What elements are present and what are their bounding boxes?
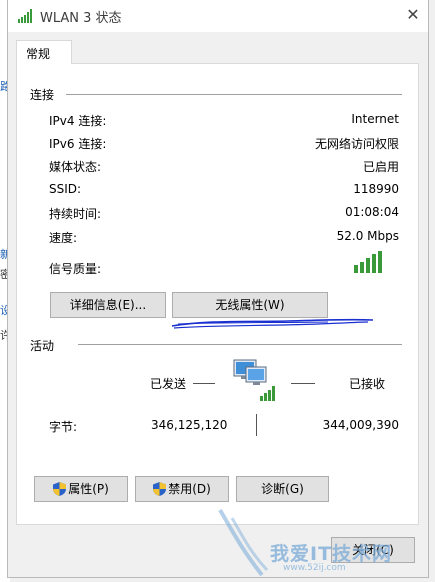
- bytes-received-value: 344,009,390: [322, 418, 399, 432]
- details-button[interactable]: 详细信息(E)...: [50, 292, 166, 318]
- close-window-button[interactable]: ✕: [398, 0, 428, 32]
- uac-shield-icon: [53, 482, 67, 496]
- wifi-signal-icon: [18, 9, 32, 23]
- title-bar: WLAN 3 状态 ✕: [8, 0, 428, 32]
- ssid-value: 118990: [353, 182, 399, 196]
- wireless-properties-button[interactable]: 无线属性(W): [172, 292, 328, 318]
- duration-value: 01:08:04: [345, 205, 399, 219]
- speed-value: 52.0 Mbps: [336, 229, 399, 243]
- connection-heading: 连接: [30, 88, 55, 102]
- tab-general[interactable]: 常规: [16, 40, 72, 64]
- activity-heading: 活动: [30, 339, 55, 353]
- activity-divider: [78, 344, 402, 345]
- close-icon: ✕: [406, 5, 420, 24]
- sent-label: 已发送: [150, 377, 187, 391]
- signal-strength-icon: [354, 251, 382, 273]
- bytes-separator: [256, 414, 257, 436]
- ipv4-value: Internet: [351, 112, 399, 126]
- disable-button[interactable]: 禁用(D): [135, 476, 229, 502]
- disable-button-label: 禁用(D): [168, 482, 211, 496]
- media-state-label: 媒体状态:: [49, 160, 102, 174]
- diagnose-button[interactable]: 诊断(G): [236, 476, 329, 502]
- ssid-label: SSID:: [49, 182, 82, 196]
- connection-divider: [66, 94, 402, 95]
- ipv4-label: IPv4 连接:: [49, 114, 107, 128]
- properties-button[interactable]: 属性(P): [34, 476, 128, 502]
- ipv6-value: 无网络访问权限: [314, 137, 399, 151]
- network-computers-icon: [233, 359, 275, 401]
- speed-label: 速度:: [49, 231, 78, 245]
- properties-button-label: 属性(P): [68, 482, 109, 496]
- duration-label: 持续时间:: [49, 207, 102, 221]
- received-label: 已接收: [349, 377, 386, 391]
- uac-shield-icon: [153, 482, 167, 496]
- wlan-status-dialog: WLAN 3 状态 ✕ 常规 连接 IPv4 连接: Internet IPv6…: [7, 0, 429, 578]
- watermark-url: www.52ij.com: [283, 563, 346, 573]
- bytes-label: 字节:: [49, 420, 78, 434]
- window-title: WLAN 3 状态: [40, 11, 122, 26]
- signal-quality-label: 信号质量:: [49, 262, 102, 276]
- watermark-text: 我爱IT技术网: [270, 543, 393, 565]
- sent-connector-line: [193, 383, 215, 384]
- ipv6-label: IPv6 连接:: [49, 137, 107, 151]
- media-state-value: 已启用: [362, 160, 399, 174]
- received-connector-line: [291, 383, 315, 384]
- bytes-sent-value: 346,125,120: [151, 418, 228, 432]
